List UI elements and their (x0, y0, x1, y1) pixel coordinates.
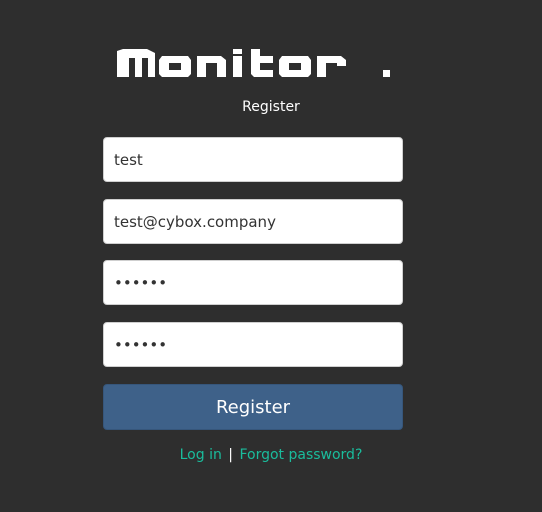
auth-links: Log in | Forgot password? (0, 447, 542, 463)
confirm-password-field[interactable] (103, 322, 403, 367)
link-separator: | (228, 447, 233, 463)
password-field[interactable] (103, 260, 403, 305)
register-page: Register Register Log in | Forgot passwo… (0, 0, 542, 512)
username-field[interactable] (103, 137, 403, 182)
register-button[interactable]: Register (103, 384, 403, 430)
page-subtitle: Register (242, 99, 300, 115)
forgot-password-link[interactable]: Forgot password? (239, 447, 362, 463)
login-link[interactable]: Log in (180, 447, 222, 463)
monitor-logo (117, 49, 390, 77)
email-field[interactable] (103, 199, 403, 244)
